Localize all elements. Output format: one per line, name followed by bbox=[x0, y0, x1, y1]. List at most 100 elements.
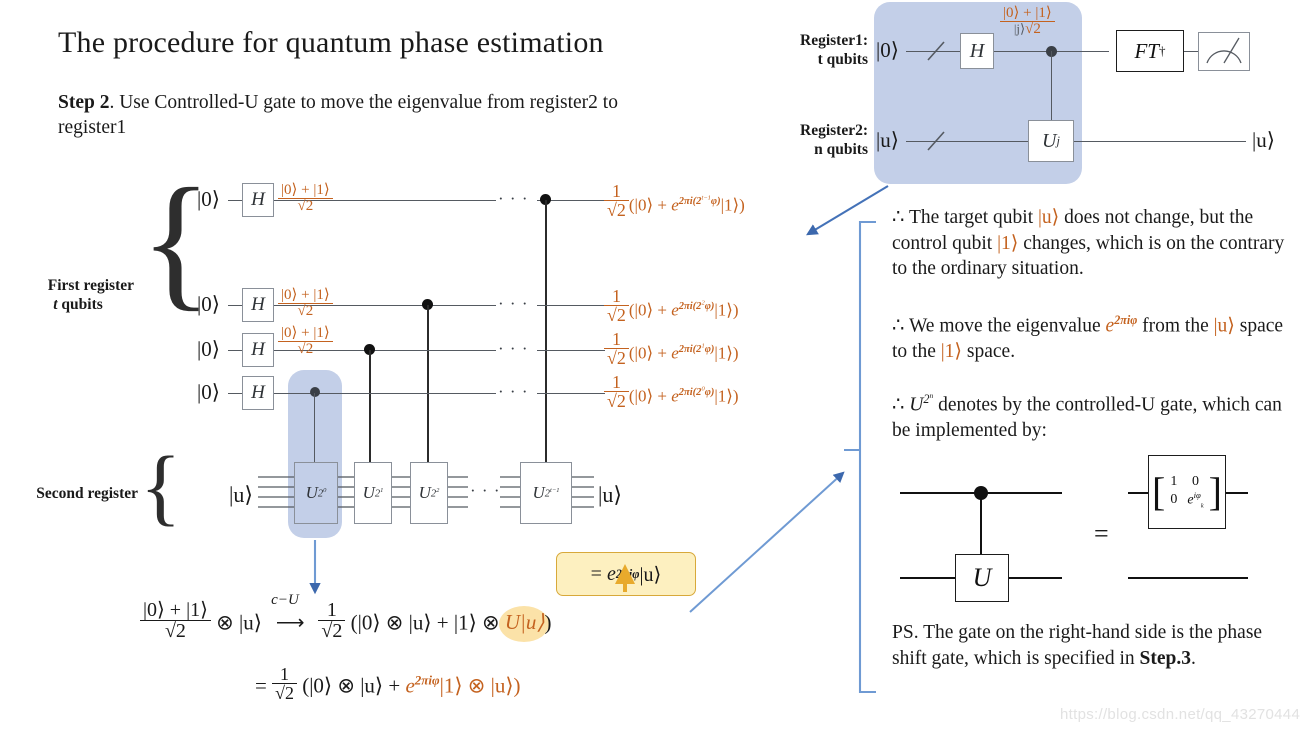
matrix-cell-01: 0 bbox=[1191, 474, 1199, 490]
phase-gate-u-box: U bbox=[955, 554, 1009, 602]
note3-u: U bbox=[909, 394, 924, 416]
first-register-line1: First register bbox=[47, 277, 134, 294]
top-register1-label: Register1: t qubits bbox=[770, 31, 868, 69]
top-state-num: |0⟩ + |1⟩ bbox=[1003, 5, 1052, 21]
u1-expexp: 1 bbox=[380, 486, 384, 494]
register2-line1: Register2: bbox=[800, 122, 868, 139]
long-arrow: ⟶ bbox=[275, 612, 305, 635]
out3-tail: φ) bbox=[704, 343, 715, 355]
step-label: Step 2 bbox=[58, 92, 110, 113]
callout-equals: = bbox=[590, 562, 602, 585]
matrix-exp: iφ bbox=[1193, 490, 1201, 501]
callout-exp: 2πiφ bbox=[615, 566, 640, 581]
row2-wire-out bbox=[537, 305, 605, 307]
row4-wire-out bbox=[537, 393, 605, 395]
u0-base: U bbox=[305, 483, 318, 502]
top-r1-wire-c bbox=[1184, 51, 1198, 53]
note-2: ∴ We move the eigenvalue e2πiφ from the … bbox=[892, 308, 1292, 365]
out1-den: √2 bbox=[604, 200, 629, 220]
callout-ket: |u⟩ bbox=[639, 563, 662, 586]
row4-control-vline bbox=[314, 393, 316, 465]
top-h-gate: H bbox=[960, 33, 994, 69]
step-text: . Use Controlled-U gate to move the eige… bbox=[58, 92, 618, 138]
out3-pre: (|0⟩ + bbox=[628, 343, 672, 363]
out4-pre: (|0⟩ + bbox=[628, 386, 672, 406]
u3-base: U bbox=[532, 483, 545, 502]
matrix-cell-00: 1 bbox=[1170, 474, 1178, 490]
u-gate-2-pow-2: U 22 bbox=[410, 462, 448, 524]
line2-pre: (|0⟩ ⊗ |u⟩ + bbox=[302, 673, 406, 698]
top-state-den: √2 bbox=[1025, 21, 1041, 38]
ps-step-label: Step.3 bbox=[1139, 647, 1191, 669]
u1-exp-group: 21 bbox=[375, 487, 384, 500]
u-gate-2-pow-1: U 21 bbox=[354, 462, 392, 524]
second-register-brace: { bbox=[140, 438, 182, 534]
ps-note: PS. The gate on the right-hand side is t… bbox=[892, 620, 1290, 671]
top-r2-wire-a bbox=[906, 141, 1028, 143]
note2-ket-u: |u⟩ bbox=[1213, 315, 1235, 337]
out3-exp: 2πi(2 bbox=[678, 343, 702, 355]
out4-exp: 2πi(2 bbox=[678, 386, 702, 398]
row2-input-ket: |0⟩ bbox=[197, 292, 220, 316]
row1-wire-in bbox=[228, 200, 242, 202]
u1-base: U bbox=[362, 483, 375, 502]
u3-expexp: t−1 bbox=[550, 486, 560, 494]
out1-pre: (|0⟩ + bbox=[628, 195, 672, 215]
second-register-ellipsis: · · · bbox=[470, 481, 501, 500]
output-expression-row1: 1 √2 (|0⟩ + e2πi(2t−1φ)|1⟩) bbox=[604, 182, 745, 220]
row1-state-den: √2 bbox=[278, 198, 333, 214]
output-expression-row3: 1 √2 (|0⟩ + e2πi(21φ)|1⟩) bbox=[604, 330, 739, 368]
phase-gate-equals: = bbox=[1094, 519, 1109, 548]
out1-exp-group: 2πi(2t−1φ) bbox=[678, 194, 721, 207]
note2-d: space. bbox=[962, 341, 1016, 362]
step-description: Step 2. Use Controlled-U gate to move th… bbox=[58, 90, 658, 140]
note3-therefore: ∴ bbox=[892, 394, 905, 416]
row2-hadamard-state: |0⟩ + |1⟩ √2 bbox=[278, 287, 333, 320]
u0-expexp: 0 bbox=[323, 486, 327, 494]
matrix-table: 1 0 0 eiφk bbox=[1165, 474, 1208, 509]
row2-wire-in bbox=[228, 305, 242, 307]
row3-ellipsis: · · · bbox=[498, 339, 529, 358]
out2-e: e bbox=[671, 300, 679, 320]
out2-exp-group: 2πi(22φ) bbox=[679, 299, 715, 312]
top-u-j-gate: Uj bbox=[1028, 120, 1074, 162]
top-state-prefix: |j⟩ bbox=[1013, 21, 1026, 37]
note1-ket-1: |1⟩ bbox=[997, 232, 1019, 254]
eigenvalue-callout: = e 2πiφ |u⟩ bbox=[556, 552, 696, 596]
row3-control-vline bbox=[369, 350, 371, 465]
u3-exp-group: 2t−1 bbox=[545, 487, 560, 500]
row4-h-gate: H bbox=[242, 376, 274, 410]
row3-state-num: |0⟩ + |1⟩ bbox=[281, 325, 330, 341]
matrix-left-bracket: [ bbox=[1152, 469, 1166, 514]
out3-post: |1⟩) bbox=[714, 343, 739, 363]
line2-post: |1⟩ ⊗ |u⟩) bbox=[439, 673, 521, 698]
top-r2-output-ket: |u⟩ bbox=[1252, 128, 1275, 152]
u2-expexp: 2 bbox=[436, 486, 440, 494]
ft-dagger-symbol: † bbox=[1159, 43, 1166, 58]
out4-e: e bbox=[671, 386, 679, 406]
matrix-row-2: 0 eiφk bbox=[1165, 490, 1208, 509]
rhs-highlight-term: U|u⟩ bbox=[504, 610, 545, 635]
out1-post: |1⟩) bbox=[720, 195, 745, 215]
row1-hadamard-state: |0⟩ + |1⟩ √2 bbox=[278, 182, 333, 215]
out1-e: e bbox=[671, 195, 679, 215]
out1-num: 1 bbox=[611, 181, 621, 201]
line2-frac-den: √2 bbox=[272, 683, 297, 703]
row2-ellipsis: · · · bbox=[498, 294, 529, 313]
note3-a: denotes by the controlled-U gate, which … bbox=[892, 394, 1282, 442]
rhs-frac-num: 1 bbox=[326, 599, 337, 621]
note1-ket-u: |u⟩ bbox=[1038, 207, 1060, 228]
ket-u-1: |u⟩ bbox=[239, 610, 262, 635]
rhs-part2: ) bbox=[544, 610, 552, 635]
out1-exp: 2πi(2 bbox=[678, 195, 702, 207]
row3-wire-in bbox=[228, 350, 242, 352]
out2-den: √2 bbox=[604, 305, 629, 325]
u2-exp-group: 22 bbox=[431, 487, 440, 500]
row3-hadamard-state: |0⟩ + |1⟩ √2 bbox=[278, 325, 333, 358]
out4-exp-group: 2πi(20φ) bbox=[678, 385, 715, 398]
note1-therefore: ∴ bbox=[892, 207, 905, 228]
first-register-line2: t qubits bbox=[22, 295, 134, 314]
row3-h-gate: H bbox=[242, 333, 274, 367]
second-register-input-ket: |u⟩ bbox=[229, 482, 253, 507]
row4-input-ket: |0⟩ bbox=[197, 380, 220, 404]
